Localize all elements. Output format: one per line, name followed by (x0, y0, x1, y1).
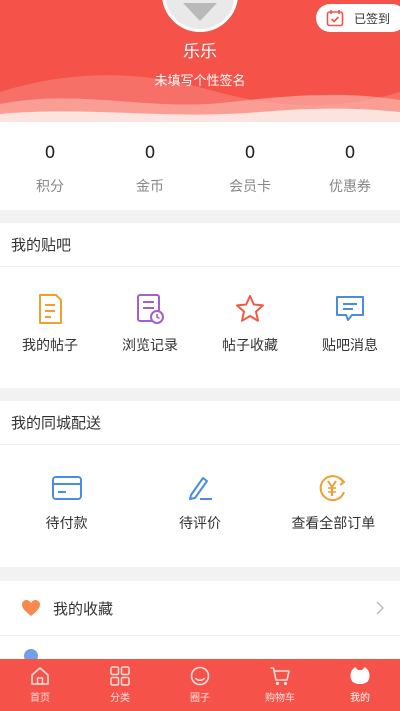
yuan-icon (319, 475, 346, 502)
stat-label: 优惠券 (329, 179, 371, 195)
nickname: 乐乐 (183, 42, 217, 62)
chevron-right-icon (376, 601, 384, 615)
document-icon (39, 294, 62, 324)
tab-label: 圈子 (190, 693, 210, 704)
all-orders-button[interactable]: 查看全部订单 (267, 473, 400, 533)
message-icon (336, 296, 364, 321)
stat-label: 金币 (136, 179, 164, 195)
calendar-check-icon (326, 10, 344, 27)
signin-label: 已签到 (354, 11, 391, 26)
bottom-tab-bar: 首页 分类 圈子 购物车 我的 (0, 659, 400, 711)
favorites-list: 我的收藏 (0, 581, 400, 663)
tab-label: 我的 (350, 693, 370, 704)
pending-payment-button[interactable]: 待付款 (0, 473, 133, 533)
grid-label: 我的帖子 (22, 338, 78, 354)
home-icon (31, 667, 49, 685)
section-title: 我的贴吧 (0, 223, 400, 267)
tab-label: 分类 (110, 693, 130, 704)
cart-icon (270, 667, 290, 686)
circle-icon (190, 666, 210, 686)
tab-category[interactable]: 分类 (80, 659, 160, 711)
list-item-label: 我的收藏 (53, 599, 114, 618)
tab-mine[interactable]: 我的 (320, 659, 400, 711)
delivery-section: 我的同城配送 待付款 待评价 查看全部订单 (0, 401, 400, 567)
avatar[interactable] (162, 0, 238, 32)
grid-label: 查看全部订单 (291, 516, 376, 532)
browse-history-button[interactable]: 浏览记录 (100, 293, 200, 355)
stat-value: 0 (44, 143, 56, 163)
profile-icon (350, 667, 370, 684)
stat-label: 会员卡 (229, 179, 271, 195)
tieba-messages-button[interactable]: 贴吧消息 (300, 293, 400, 355)
stat-value: 0 (244, 143, 256, 163)
tab-label: 首页 (30, 693, 50, 704)
stat-label: 积分 (36, 179, 64, 195)
grid-label: 贴吧消息 (322, 338, 378, 354)
stats-bar: 0 积分 0 金币 0 会员卡 0 优惠券 (0, 122, 400, 210)
heart-icon (22, 600, 40, 616)
signature[interactable]: 未填写个性签名 (0, 70, 400, 89)
grid-label: 帖子收藏 (222, 338, 278, 354)
tab-home[interactable]: 首页 (0, 659, 80, 711)
pen-icon (188, 477, 212, 500)
grid-label: 浏览记录 (122, 338, 178, 354)
tab-circle[interactable]: 圈子 (160, 659, 240, 711)
stat-value: 0 (144, 143, 156, 163)
grid-label: 待付款 (45, 516, 88, 532)
stat-coins[interactable]: 0 金币 (100, 122, 200, 210)
stat-member-card[interactable]: 0 会员卡 (200, 122, 300, 210)
stat-points[interactable]: 0 积分 (0, 122, 100, 210)
history-icon (137, 294, 164, 324)
grid-label: 待评价 (178, 516, 221, 532)
card-icon (51, 476, 82, 500)
stat-coupons[interactable]: 0 优惠券 (300, 122, 400, 210)
my-favorites-row[interactable]: 我的收藏 (0, 581, 400, 636)
my-posts-button[interactable]: 我的帖子 (0, 293, 100, 355)
pending-review-button[interactable]: 待评价 (133, 473, 266, 533)
stat-value: 0 (344, 143, 356, 163)
signin-button[interactable]: 已签到 (316, 4, 400, 32)
next-list-item-partial (0, 636, 400, 663)
profile-header: 乐乐 未填写个性签名 已签到 (0, 0, 400, 122)
category-icon (110, 666, 130, 686)
section-title: 我的同城配送 (0, 401, 400, 445)
tab-cart[interactable]: 购物车 (240, 659, 320, 711)
tab-label: 购物车 (265, 693, 295, 704)
tieba-section: 我的贴吧 我的帖子 浏览记录 帖子收藏 贴吧消息 (0, 223, 400, 388)
post-favorites-button[interactable]: 帖子收藏 (200, 293, 300, 355)
star-icon (236, 295, 264, 322)
